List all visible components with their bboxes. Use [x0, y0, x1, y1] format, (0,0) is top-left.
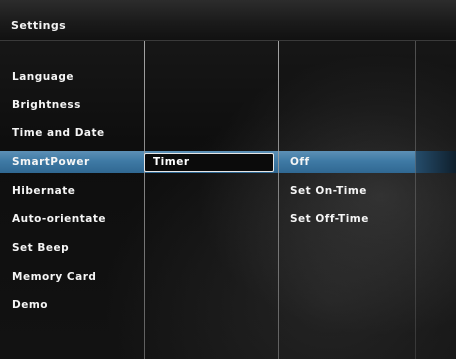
- submenu-item-timer-label: Timer: [153, 156, 190, 168]
- header-bar: Settings: [0, 0, 456, 41]
- selection-highlight-edge: [415, 151, 456, 173]
- menu-item-memory-card[interactable]: Memory Card: [12, 268, 96, 286]
- option-set-on-time[interactable]: Set On-Time: [290, 182, 367, 200]
- option-off[interactable]: Off: [290, 153, 310, 171]
- settings-screen: Settings Language Brightness Time and Da…: [0, 0, 456, 359]
- menu-item-smartpower[interactable]: SmartPower: [12, 153, 90, 171]
- page-title: Settings: [11, 19, 67, 32]
- column-divider-3: [415, 41, 416, 359]
- menu-item-hibernate[interactable]: Hibernate: [12, 182, 75, 200]
- menu-item-auto-orientate[interactable]: Auto-orientate: [12, 210, 106, 228]
- submenu-item-timer[interactable]: Timer: [144, 153, 274, 172]
- menu-item-language[interactable]: Language: [12, 68, 74, 86]
- column-divider-2: [278, 41, 279, 359]
- option-set-off-time[interactable]: Set Off-Time: [290, 210, 369, 228]
- menu-item-time-and-date[interactable]: Time and Date: [12, 124, 105, 142]
- menu-item-brightness[interactable]: Brightness: [12, 96, 81, 114]
- menu-item-set-beep[interactable]: Set Beep: [12, 239, 69, 257]
- menu-item-demo[interactable]: Demo: [12, 296, 48, 314]
- column-divider-1: [144, 41, 145, 359]
